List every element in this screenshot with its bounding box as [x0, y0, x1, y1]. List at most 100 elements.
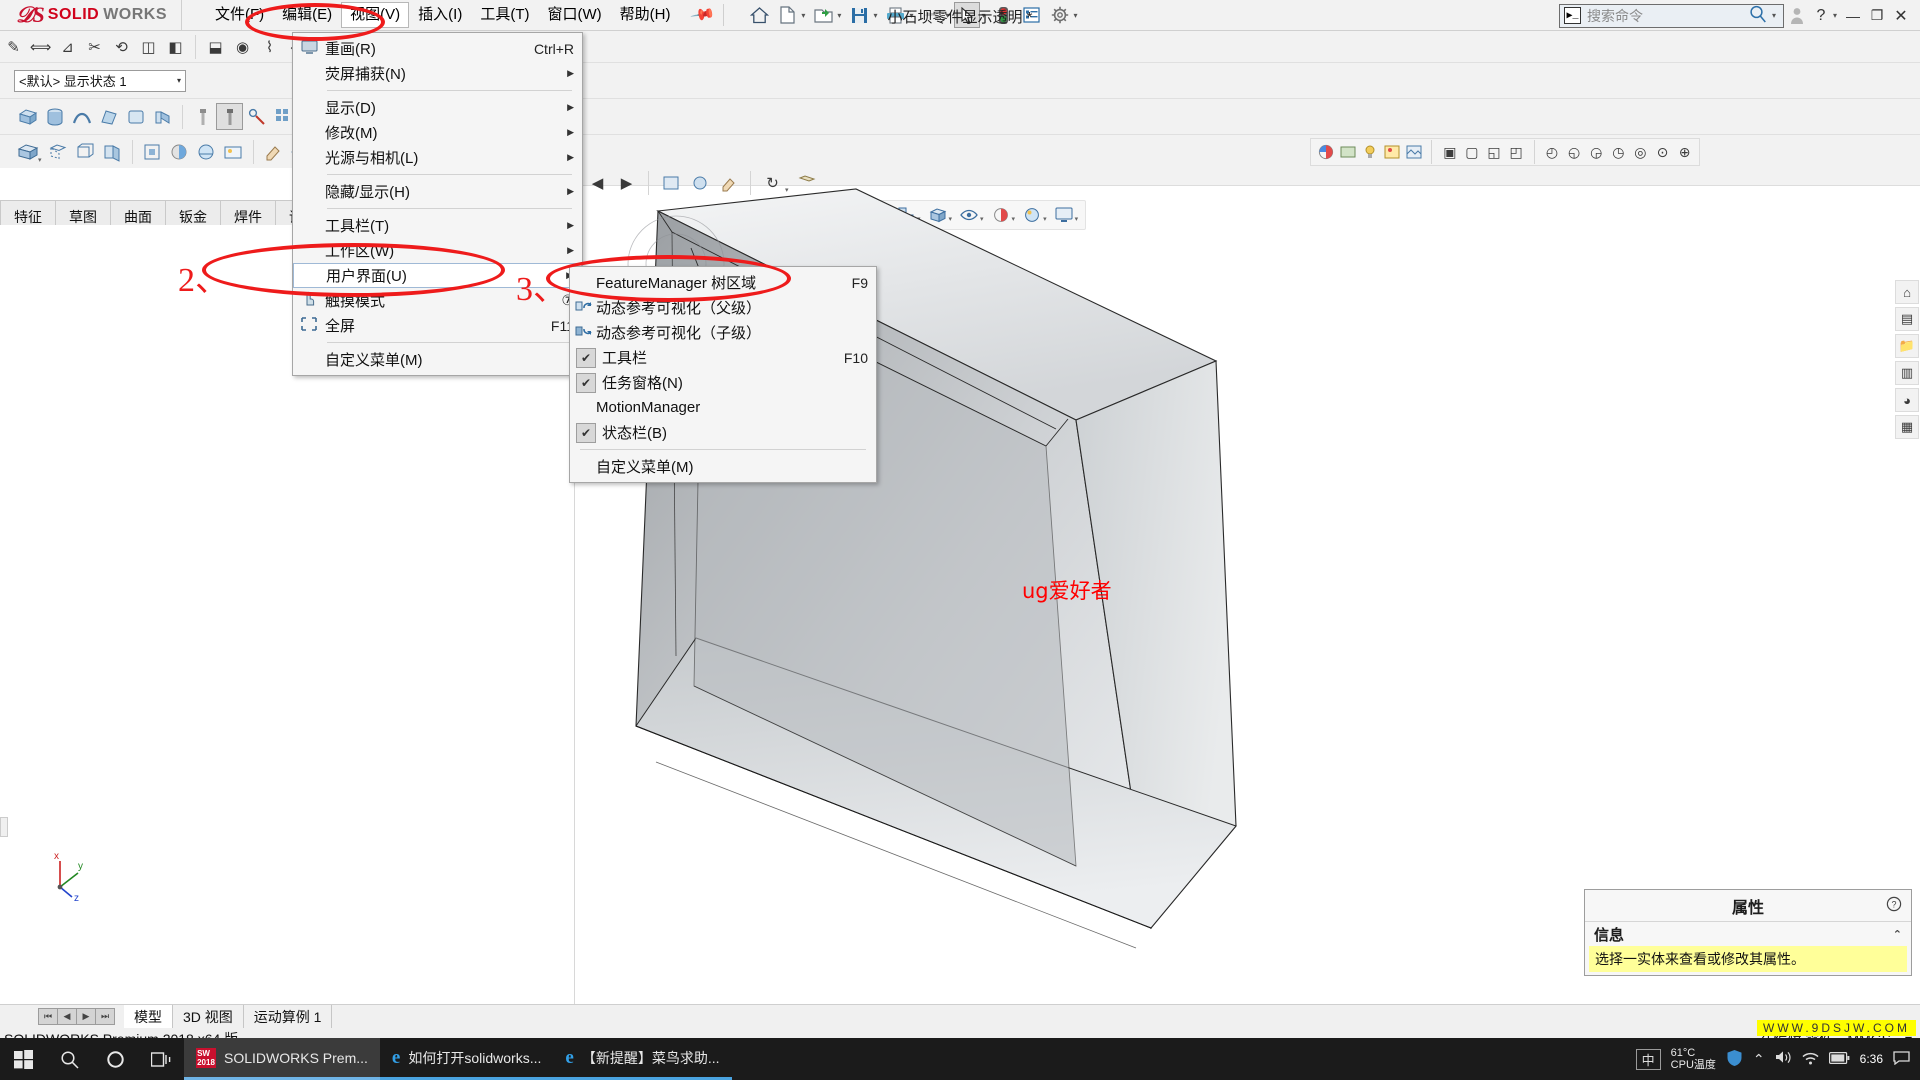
menu-item-user-interface[interactable]: 用户界面(U) ▶: [293, 263, 582, 288]
menu-item-touch-mode[interactable]: 触摸模式 ⑦: [293, 288, 582, 313]
appearance-icon[interactable]: [166, 138, 193, 165]
bottom-view-icon[interactable]: ◵: [1564, 140, 1585, 164]
section-view-icon[interactable]: [99, 138, 126, 165]
action-center-icon[interactable]: [1893, 1050, 1910, 1068]
submenu-item-customize-menu[interactable]: 自定义菜单(M): [570, 454, 876, 479]
revolve-boss-icon[interactable]: ◉: [229, 33, 256, 60]
menu-insert[interactable]: 插入(I): [409, 2, 471, 28]
edit-material-icon[interactable]: [1337, 140, 1358, 164]
dimetric-view-icon[interactable]: ◎: [1630, 140, 1651, 164]
network-icon[interactable]: [1802, 1051, 1819, 1068]
menu-item-redraw[interactable]: 重画(R) Ctrl+R: [293, 36, 582, 61]
extruded-boss-base-icon[interactable]: [14, 103, 41, 130]
open-document-dropdown-icon[interactable]: ▾: [837, 11, 841, 20]
task-pane-checkbox[interactable]: ✔: [576, 372, 596, 393]
edit-appearance-icon[interactable]: [1315, 140, 1336, 164]
submenu-item-status-bar[interactable]: ✔ 状态栏(B): [570, 420, 876, 445]
battery-icon[interactable]: [1828, 1051, 1850, 1067]
properties-section-header[interactable]: 信息 ⌃: [1585, 922, 1911, 946]
security-shield-icon[interactable]: [1726, 1049, 1743, 1070]
options-dropdown-icon[interactable]: ▾: [1074, 11, 1078, 20]
menu-item-modify[interactable]: 修改(M) ▶: [293, 120, 582, 145]
mirror-icon[interactable]: ◧: [162, 33, 189, 60]
select-dropdown-icon[interactable]: ▾: [981, 11, 985, 20]
toolbars-checkbox[interactable]: ✔: [576, 347, 596, 368]
chevron-up-icon[interactable]: ⌃: [1893, 928, 1902, 941]
chevron-down-icon[interactable]: ▾: [177, 76, 181, 85]
menu-window[interactable]: 窗口(W): [539, 2, 611, 28]
tab-motion-study[interactable]: 运动算例 1: [244, 1005, 333, 1028]
user-account-icon[interactable]: [1786, 4, 1808, 28]
left-view-icon[interactable]: ◱: [1483, 140, 1504, 164]
search-input[interactable]: ▶_ 搜索命令 ▾: [1558, 3, 1784, 28]
home-icon[interactable]: [746, 2, 772, 28]
tab-3d-views[interactable]: 3D 视图: [173, 1005, 244, 1028]
hidden-lines-visible-icon[interactable]: [45, 138, 72, 165]
revolved-boss-icon[interactable]: [41, 103, 68, 130]
select-cursor-icon[interactable]: [954, 2, 981, 28]
open-document-icon[interactable]: [810, 2, 836, 28]
undo-dropdown-icon[interactable]: ▾: [945, 11, 949, 20]
new-document-dropdown-icon[interactable]: ▾: [801, 11, 805, 20]
lofted-boss-icon[interactable]: [95, 103, 122, 130]
options-gear-icon[interactable]: [1047, 2, 1073, 28]
swept-boss-icon[interactable]: [68, 103, 95, 130]
hole-wizard-selected-icon[interactable]: [216, 103, 243, 130]
save-dropdown-icon[interactable]: ▾: [873, 11, 877, 20]
iso-view-icon[interactable]: ◶: [1586, 140, 1607, 164]
print-dropdown-icon[interactable]: ▾: [909, 11, 913, 20]
solidworks-logo[interactable]: 𝒟S SOLID WORKS: [0, 0, 183, 30]
taskbar-app-edge-2[interactable]: e 【新提醒】菜鸟求助...: [553, 1038, 732, 1080]
cpu-temperature-widget[interactable]: 61°C CPU温度: [1671, 1047, 1716, 1071]
menu-item-customize-menu[interactable]: 自定义菜单(M): [293, 347, 582, 372]
apply-scene-icon[interactable]: [220, 138, 247, 165]
menu-item-workspace[interactable]: 工作区(W) ▶: [293, 238, 582, 263]
menu-item-lights-cameras[interactable]: 光源与相机(L) ▶: [293, 145, 582, 170]
tab-model[interactable]: 模型: [124, 1005, 173, 1028]
undo-icon[interactable]: [918, 2, 944, 28]
display-state-combo[interactable]: <默认> 显示状态 1 ▾: [14, 69, 186, 92]
chevron-up-icon[interactable]: ⌃: [1753, 1051, 1765, 1068]
properties-panel[interactable]: 属性 ? 信息 ⌃ 选择一实体来查看或修改其属性。: [1584, 889, 1912, 976]
menu-item-fullscreen[interactable]: 全屏 F11: [293, 313, 582, 338]
front-view-icon[interactable]: ▣: [1439, 140, 1460, 164]
wireframe-icon[interactable]: [72, 138, 99, 165]
volume-icon[interactable]: [1775, 1050, 1792, 1068]
add-appearance-icon[interactable]: [260, 138, 287, 165]
view-orientation-icon[interactable]: [139, 138, 166, 165]
taskbar-clock[interactable]: 6:36: [1860, 1052, 1883, 1066]
minimize-button[interactable]: —: [1842, 4, 1864, 28]
trim-icon[interactable]: ✂: [81, 33, 108, 60]
menu-help[interactable]: 帮助(H): [611, 2, 680, 28]
task-view-icon[interactable]: [138, 1038, 184, 1080]
menu-edit[interactable]: 编辑(E): [273, 2, 341, 28]
menu-item-hide-show[interactable]: 隐藏/显示(H) ▶: [293, 179, 582, 204]
save-icon[interactable]: [846, 2, 872, 28]
convert-entities-icon[interactable]: ⟲: [108, 33, 135, 60]
ime-indicator[interactable]: 中: [1635, 1048, 1661, 1070]
boundary-boss-icon[interactable]: [122, 103, 149, 130]
relation-icon[interactable]: ⊿: [54, 33, 81, 60]
back-view-icon[interactable]: ▢: [1461, 140, 1482, 164]
scene-icon[interactable]: [193, 138, 220, 165]
rebuild-traffic-light-icon[interactable]: [991, 2, 1017, 28]
restore-button[interactable]: ❐: [1866, 4, 1888, 28]
taskbar-app-edge-1[interactable]: e 如何打开solidworks...: [379, 1038, 554, 1080]
sweep-icon[interactable]: ⌇: [256, 33, 283, 60]
magnifier-icon[interactable]: [1749, 5, 1767, 27]
shaded-with-edges-icon[interactable]: [14, 138, 41, 165]
search-dropdown-icon[interactable]: ▾: [1772, 11, 1776, 20]
help-dropdown-icon[interactable]: ▾: [1833, 11, 1837, 20]
menu-file[interactable]: 文件(F): [206, 2, 273, 28]
thread-icon[interactable]: [243, 103, 270, 130]
trimetric-view-icon[interactable]: ◷: [1608, 140, 1629, 164]
file-properties-icon[interactable]: [1019, 2, 1045, 28]
first-tab-button[interactable]: ⏮: [38, 1008, 58, 1025]
rib-icon[interactable]: [149, 103, 176, 130]
hole-wizard-icon[interactable]: [189, 103, 216, 130]
menu-tools[interactable]: 工具(T): [471, 2, 538, 28]
cortana-icon[interactable]: [92, 1038, 138, 1080]
smart-dimension-icon[interactable]: ⟺: [27, 33, 54, 60]
new-document-icon[interactable]: [774, 2, 800, 28]
decals-icon[interactable]: [1381, 140, 1402, 164]
